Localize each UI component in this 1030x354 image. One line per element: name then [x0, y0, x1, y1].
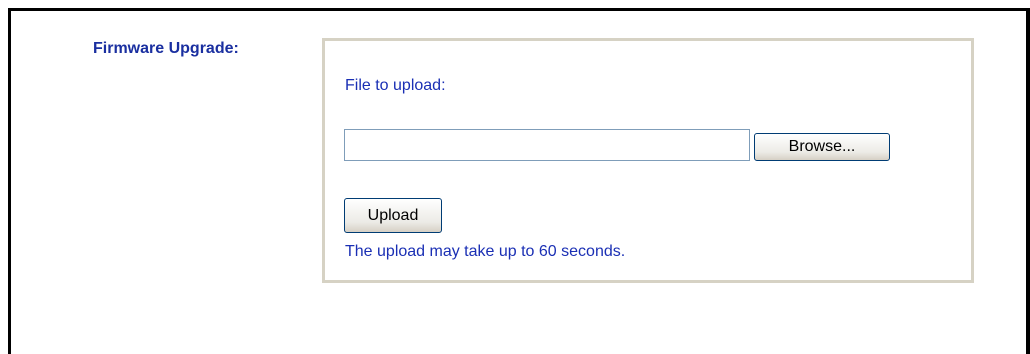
firmware-upload-panel: File to upload: Browse... Upload The upl…	[322, 38, 974, 283]
firmware-upgrade-title: Firmware Upgrade:	[93, 40, 239, 57]
file-to-upload-label: File to upload:	[345, 77, 446, 94]
upload-button[interactable]: Upload	[344, 198, 442, 233]
file-path-input[interactable]	[344, 129, 750, 161]
upload-duration-note: The upload may take up to 60 seconds.	[345, 243, 626, 260]
browse-button[interactable]: Browse...	[754, 133, 890, 161]
page-frame: Firmware Upgrade: File to upload: Browse…	[8, 8, 1030, 354]
